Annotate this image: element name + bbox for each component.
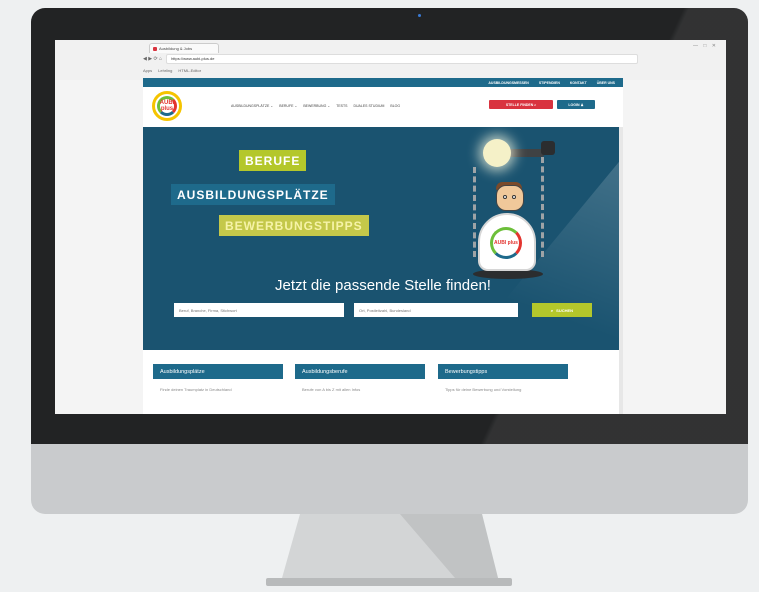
- topbar-link[interactable]: KONTAKT: [570, 81, 587, 85]
- bookmarks-bar: Apps Lehrling HTML-Editor: [55, 65, 726, 75]
- favicon-icon: [153, 46, 157, 51]
- search-icon: ⌕: [550, 307, 554, 313]
- card-title: Ausbildungsplätze: [153, 364, 283, 379]
- site-topbar: AUSBILDUNGSMESSEN STIPENDIEN KONTAKT ÜBE…: [143, 78, 623, 87]
- topbar-link[interactable]: AUSBILDUNGSMESSEN: [488, 81, 528, 85]
- tag-bewerbungstipps[interactable]: BEWERBUNGSTIPPS: [219, 215, 369, 236]
- search-button[interactable]: ⌕ SUCHEN: [532, 303, 592, 317]
- page-scrollbar[interactable]: [619, 127, 623, 414]
- browser-tab[interactable]: Ausbildung & Jobs: [149, 43, 219, 53]
- robot-eye: [503, 195, 507, 199]
- bookmark-item[interactable]: HTML-Editor: [178, 68, 201, 73]
- tab-bar: Ausbildung & Jobs: [55, 40, 726, 53]
- card-text: Tipps für deine Bewerbung und Vorstellun…: [445, 387, 522, 392]
- card-text: Finde deinen Traumplatz in Deutschland: [160, 387, 232, 392]
- nav-item-bewerbung[interactable]: BEWERBUNG ⌄: [303, 104, 330, 108]
- find-job-button[interactable]: STELLE FINDEN ⌕: [489, 100, 553, 109]
- robot-head: [496, 185, 524, 211]
- card-bewerbungstipps[interactable]: Bewerbungstipps Tipps für deine Bewerbun…: [438, 364, 568, 393]
- website: AUSBILDUNGSMESSEN STIPENDIEN KONTAKT ÜBE…: [143, 78, 623, 414]
- topbar-link[interactable]: STIPENDIEN: [539, 81, 560, 85]
- main-nav: AUSBILDUNGSPLÄTZE ⌄ BERUFE ⌄ BEWERBUNG ⌄…: [231, 104, 400, 108]
- address-bar: ◀ ▶ ⟳ ⌂ https://www.aubi-plus.de: [55, 53, 726, 65]
- robot-badge-text: AUBI plus: [494, 240, 518, 246]
- site-navbar: AUBI plus AUSBILDUNGSPLÄTZE ⌄ BERUFE ⌄ B…: [143, 87, 623, 127]
- robot-spring-right: [541, 157, 552, 257]
- search-row: ⌕ SUCHEN: [174, 303, 592, 317]
- window-controls[interactable]: — □ ✕: [693, 43, 718, 49]
- card-ausbildungsberufe[interactable]: Ausbildungsberufe Berufe von A bis Z mit…: [295, 364, 425, 393]
- search-button-label: SUCHEN: [556, 307, 574, 313]
- nav-item-tests[interactable]: TESTS: [336, 104, 347, 108]
- login-button[interactable]: LOGIN ♟: [557, 100, 595, 109]
- card-title: Ausbildungsberufe: [295, 364, 425, 379]
- robot-badge: AUBI plus: [490, 227, 522, 259]
- browser-chrome: Ausbildung & Jobs — □ ✕ ◀ ▶ ⟳ ⌂ https://…: [55, 40, 726, 80]
- card-text: Berufe von A bis Z mit allen Infos: [302, 387, 361, 392]
- nav-buttons-icon[interactable]: ◀ ▶ ⟳ ⌂: [143, 56, 162, 62]
- hero-banner: BERUFE AUSBILDUNGSPLÄTZE BEWERBUNGSTIPPS…: [143, 127, 623, 350]
- tag-berufe[interactable]: BERUFE: [239, 150, 307, 171]
- lamp-cap: [541, 141, 555, 155]
- hero-headline: Jetzt die passende Stelle finden!: [275, 277, 491, 294]
- logo-line2: plus: [160, 106, 174, 112]
- nav-item-berufe[interactable]: BERUFE ⌄: [279, 104, 297, 108]
- monitor-stand-base: [266, 578, 512, 586]
- card-title: Bewerbungstipps: [438, 364, 568, 379]
- feature-cards: Ausbildungsplätze Finde deinen Traumplat…: [143, 350, 623, 414]
- bookmark-item[interactable]: Apps: [143, 68, 152, 73]
- lamp-arm: [505, 149, 545, 157]
- robot-eye: [512, 195, 516, 199]
- nav-item-ausbildungsplaetze[interactable]: AUSBILDUNGSPLÄTZE ⌄: [231, 104, 273, 108]
- screen: Ausbildung & Jobs — □ ✕ ◀ ▶ ⟳ ⌂ https://…: [55, 40, 726, 414]
- tag-ausbildungsplaetze[interactable]: AUSBILDUNGSPLÄTZE: [171, 184, 335, 205]
- tab-title: Ausbildung & Jobs: [159, 46, 193, 51]
- topbar-link[interactable]: ÜBER UNS: [597, 81, 615, 85]
- job-search-input[interactable]: [174, 303, 344, 317]
- url-input[interactable]: https://www.aubi-plus.de: [166, 54, 638, 64]
- logo-text: AUBI plus: [160, 100, 175, 112]
- nav-item-duales-studium[interactable]: DUALES STUDIUM: [353, 104, 384, 108]
- nav-item-blog[interactable]: BLOG: [390, 104, 400, 108]
- site-logo[interactable]: AUBI plus: [152, 91, 182, 121]
- bookmark-item[interactable]: Lehrling: [158, 68, 172, 73]
- lamp-light: [483, 139, 511, 167]
- card-ausbildungsplaetze[interactable]: Ausbildungsplätze Finde deinen Traumplat…: [153, 364, 283, 393]
- location-search-input[interactable]: [354, 303, 518, 317]
